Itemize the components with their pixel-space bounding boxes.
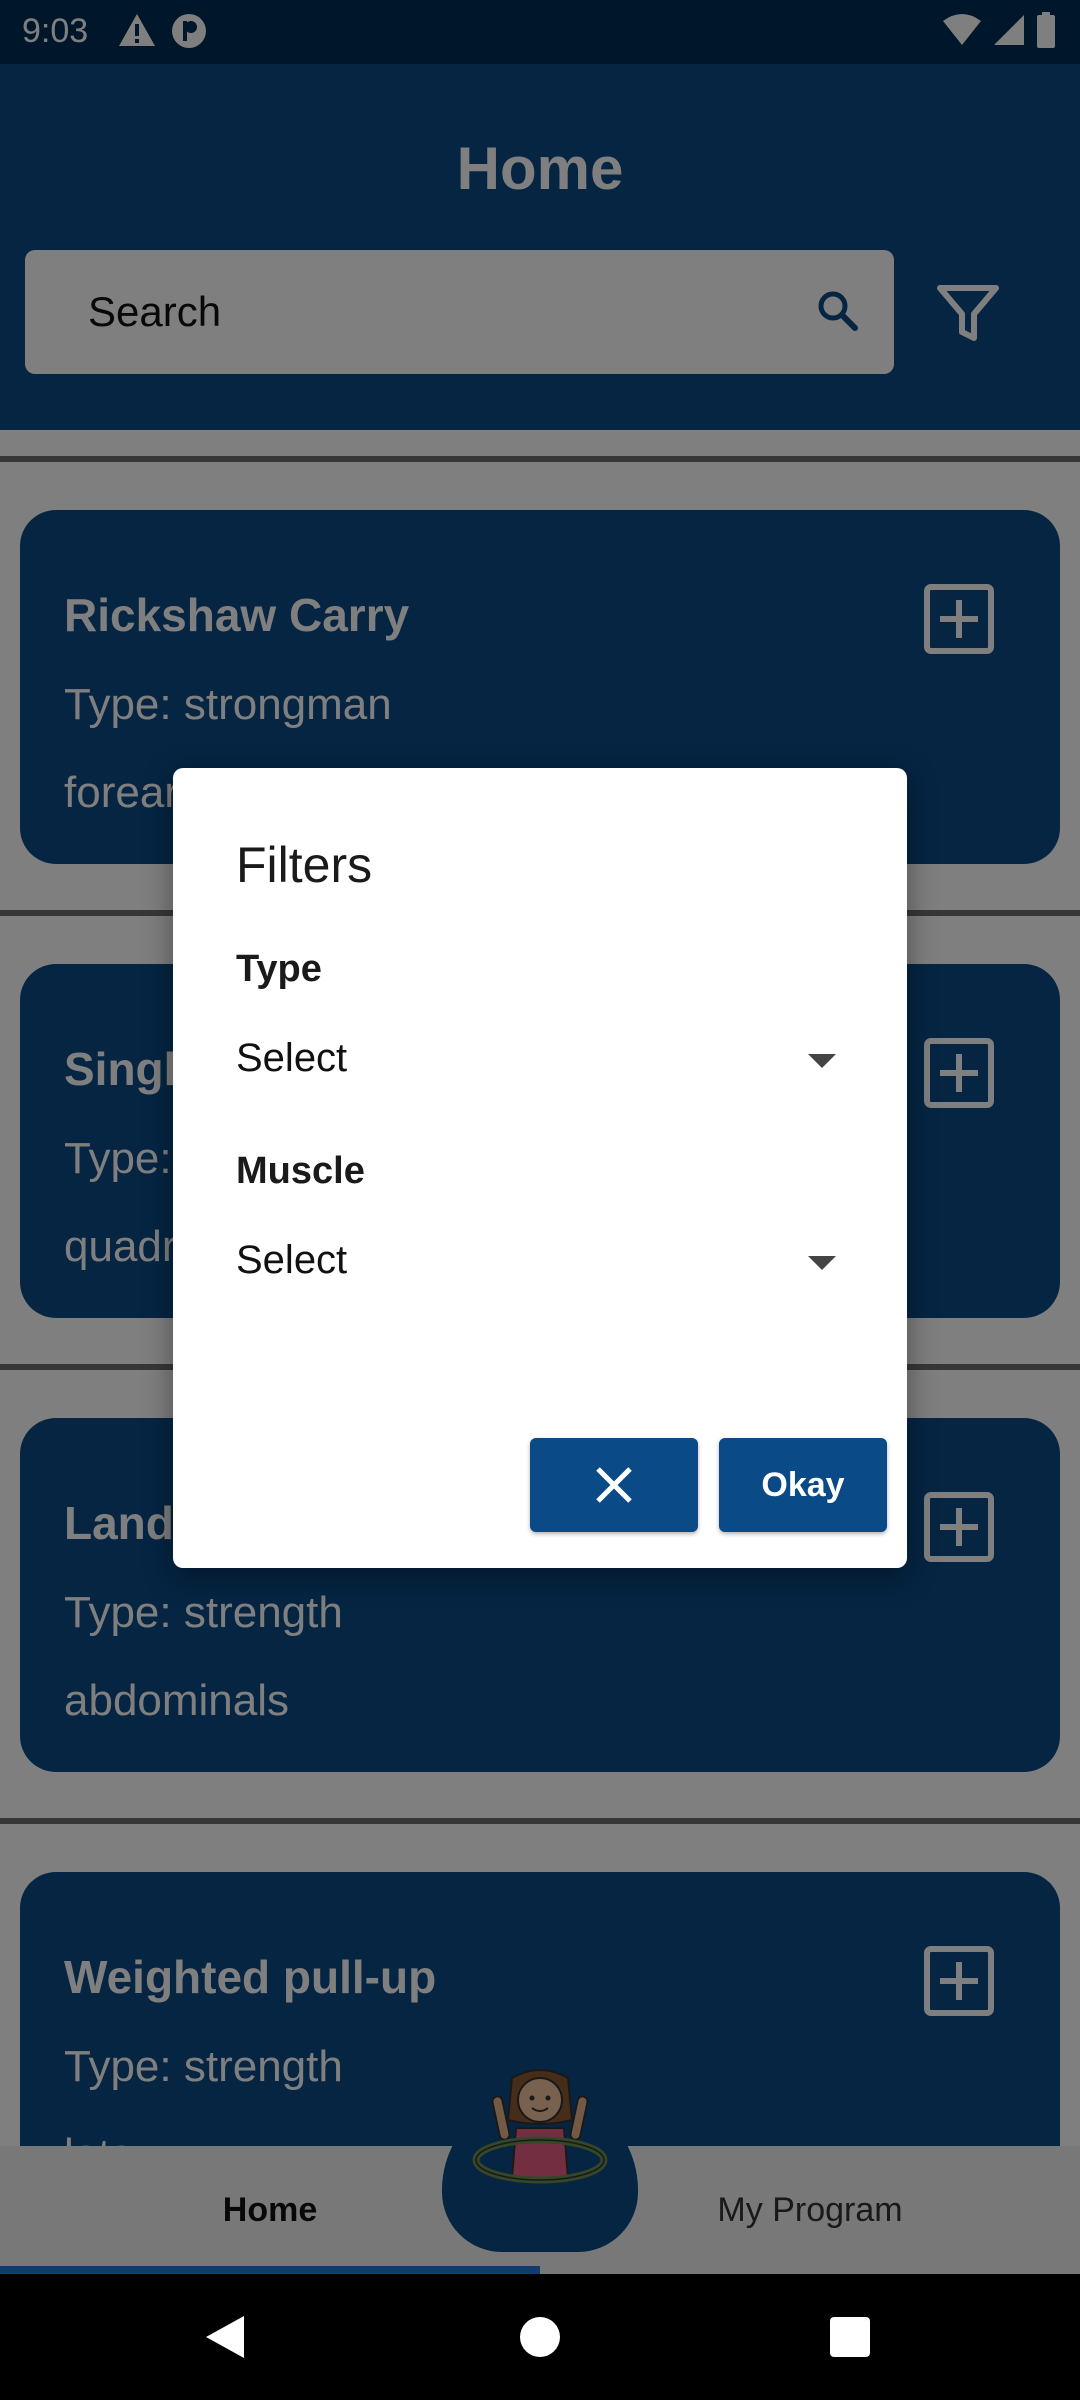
okay-button[interactable]: Okay bbox=[719, 1438, 887, 1532]
type-dropdown-value: Select bbox=[236, 1036, 348, 1080]
dropdown-arrow-icon bbox=[808, 1054, 836, 1068]
type-dropdown[interactable]: Select bbox=[236, 1026, 836, 1096]
dropdown-arrow-icon bbox=[808, 1256, 836, 1270]
filters-dialog: Filters Type Select Muscle Select Okay bbox=[173, 768, 907, 1568]
muscle-dropdown-value: Select bbox=[236, 1238, 348, 1282]
system-nav-bar bbox=[0, 2274, 1080, 2400]
home-icon[interactable] bbox=[520, 2317, 560, 2357]
muscle-label: Muscle bbox=[236, 1150, 365, 1192]
dialog-title: Filters bbox=[236, 837, 373, 893]
recents-icon[interactable] bbox=[830, 2317, 870, 2357]
cancel-button[interactable] bbox=[530, 1438, 698, 1532]
close-icon bbox=[596, 1467, 632, 1503]
back-icon[interactable] bbox=[204, 2314, 246, 2360]
muscle-dropdown[interactable]: Select bbox=[236, 1228, 836, 1298]
type-label: Type bbox=[236, 948, 322, 990]
